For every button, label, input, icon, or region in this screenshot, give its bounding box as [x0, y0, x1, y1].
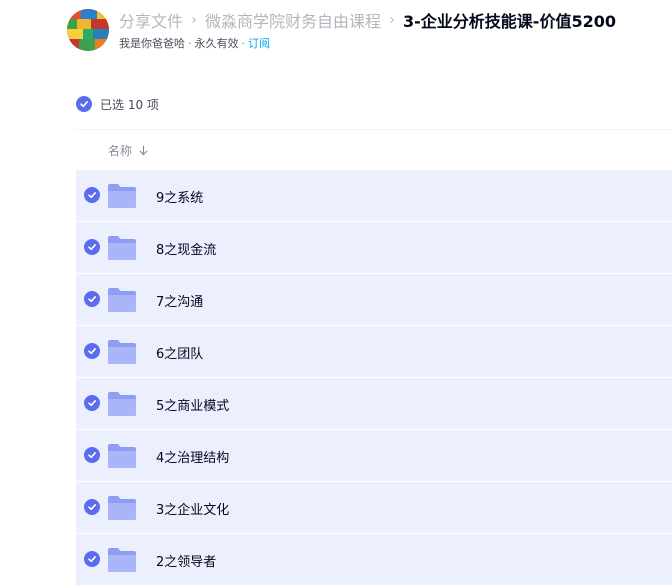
selection-count: 已选 10 项 — [100, 97, 159, 112]
folder-icon — [108, 288, 136, 312]
row-checkbox[interactable] — [84, 239, 100, 255]
file-name[interactable]: 9之系统 — [156, 187, 203, 206]
list-item[interactable]: 9之系统 — [76, 170, 672, 222]
row-checkbox[interactable] — [84, 343, 100, 359]
row-checkbox[interactable] — [84, 499, 100, 515]
breadcrumb-item-course[interactable]: 微淼商学院财务自由课程 — [205, 8, 381, 32]
share-info: 我是你爸爸哈 · 永久有效 · 订阅 — [119, 35, 270, 51]
separator-dot: · — [188, 36, 192, 50]
check-icon — [88, 556, 96, 563]
breadcrumb-item-share-files[interactable]: 分享文件 — [119, 8, 183, 32]
folder-icon — [108, 392, 136, 416]
breadcrumb: 分享文件 › 微淼商学院财务自由课程 › 3-企业分析技能课-价值5200 — [119, 9, 616, 31]
check-icon — [88, 504, 96, 511]
chevron-right-icon: › — [191, 12, 197, 28]
list-item[interactable]: 2之领导者 — [76, 534, 672, 586]
row-checkbox[interactable] — [84, 187, 100, 203]
file-name[interactable]: 3之企业文化 — [156, 499, 229, 518]
file-name[interactable]: 6之团队 — [156, 343, 203, 362]
check-icon — [80, 101, 88, 108]
list-item[interactable]: 3之企业文化 — [76, 482, 672, 534]
file-list: 9之系统 8之现金流 7之沟通 6之团队 5之商业模式 4之治理结构 3之企业文… — [76, 170, 672, 586]
selection-bar: 已选 10 项 — [76, 95, 159, 113]
validity-text: 永久有效 — [194, 37, 239, 50]
folder-icon — [108, 340, 136, 364]
check-icon — [88, 296, 96, 303]
check-icon — [88, 452, 96, 459]
row-checkbox[interactable] — [84, 291, 100, 307]
avatar[interactable] — [67, 9, 109, 51]
folder-icon — [108, 548, 136, 572]
folder-icon — [108, 184, 136, 208]
check-icon — [88, 244, 96, 251]
divider — [76, 129, 672, 130]
list-item[interactable]: 6之团队 — [76, 326, 672, 378]
row-checkbox[interactable] — [84, 395, 100, 411]
list-item[interactable]: 4之治理结构 — [76, 430, 672, 482]
separator-dot: · — [241, 36, 246, 50]
check-icon — [88, 348, 96, 355]
select-all-checkbox[interactable] — [76, 96, 92, 112]
file-name[interactable]: 8之现金流 — [156, 239, 216, 258]
folder-icon — [108, 236, 136, 260]
page-title: 3-企业分析技能课-价值5200 — [403, 12, 616, 31]
folder-icon — [108, 496, 136, 520]
subscribe-link[interactable]: 订阅 — [248, 35, 270, 51]
list-item[interactable]: 7之沟通 — [76, 274, 672, 326]
chevron-right-icon: › — [389, 12, 395, 28]
arrow-down-icon — [139, 144, 148, 156]
avatar-image — [67, 9, 109, 51]
file-name[interactable]: 7之沟通 — [156, 291, 203, 310]
row-checkbox[interactable] — [84, 551, 100, 567]
check-icon — [88, 400, 96, 407]
file-name[interactable]: 2之领导者 — [156, 551, 216, 570]
column-header-name[interactable]: 名称 — [108, 141, 148, 159]
list-item[interactable]: 5之商业模式 — [76, 378, 672, 430]
folder-icon — [108, 444, 136, 468]
file-name[interactable]: 5之商业模式 — [156, 395, 229, 414]
check-icon — [88, 192, 96, 199]
sharer-name: 我是你爸爸哈 — [119, 37, 185, 50]
row-checkbox[interactable] — [84, 447, 100, 463]
column-header-label: 名称 — [108, 143, 133, 158]
file-name[interactable]: 4之治理结构 — [156, 447, 229, 466]
list-item[interactable]: 8之现金流 — [76, 222, 672, 274]
